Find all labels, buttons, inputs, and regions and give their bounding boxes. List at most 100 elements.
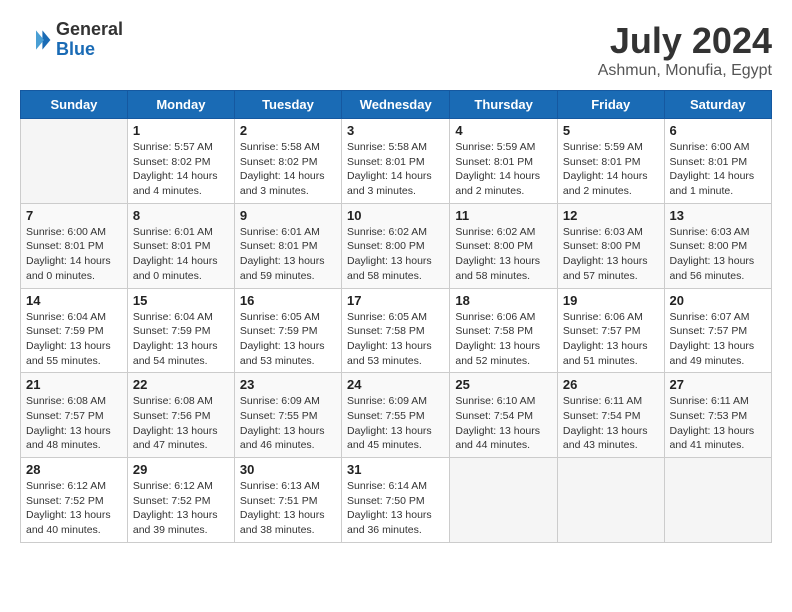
calendar-cell: 1 Sunrise: 5:57 AMSunset: 8:02 PMDaylight… xyxy=(127,119,234,204)
weekday-header-row: SundayMondayTuesdayWednesdayThursdayFrid… xyxy=(21,91,772,119)
weekday-header-monday: Monday xyxy=(127,91,234,119)
week-row-5: 28 Sunrise: 6:12 AMSunset: 7:52 PMDayligh… xyxy=(21,458,772,543)
weekday-header-friday: Friday xyxy=(557,91,664,119)
calendar-cell: 5 Sunrise: 5:59 AMSunset: 8:01 PMDaylight… xyxy=(557,119,664,204)
calendar-cell: 19 Sunrise: 6:06 AMSunset: 7:57 PMDayligh… xyxy=(557,288,664,373)
calendar-cell: 13 Sunrise: 6:03 AMSunset: 8:00 PMDayligh… xyxy=(664,203,771,288)
calendar-cell: 4Sunrise: 5:59 AMSunset: 8:01 PMDaylight… xyxy=(450,119,558,204)
calendar-cell: 27 Sunrise: 6:11 AMSunset: 7:53 PMDayligh… xyxy=(664,373,771,458)
day-number: 15 xyxy=(133,293,229,308)
day-number: 18 xyxy=(455,293,552,308)
day-number: 21 xyxy=(26,377,122,392)
calendar-cell xyxy=(21,119,128,204)
day-info: Sunrise: 5:59 AMSunset: 8:01 PMDaylight:… xyxy=(563,140,659,199)
day-number: 22 xyxy=(133,377,229,392)
calendar-cell: 28 Sunrise: 6:12 AMSunset: 7:52 PMDayligh… xyxy=(21,458,128,543)
day-info: Sunrise: 5:58 AMSunset: 8:02 PMDaylight:… xyxy=(240,140,336,199)
calendar-cell: 17 Sunrise: 6:05 AMSunset: 7:58 PMDayligh… xyxy=(342,288,450,373)
day-info: Sunrise: 6:14 AMSunset: 7:50 PMDaylight:… xyxy=(347,479,444,538)
calendar-cell xyxy=(664,458,771,543)
day-number: 5 xyxy=(563,123,659,138)
calendar-cell: 24 Sunrise: 6:09 AMSunset: 7:55 PMDayligh… xyxy=(342,373,450,458)
day-info: Sunrise: 6:09 AMSunset: 7:55 PMDaylight:… xyxy=(240,394,336,453)
day-number: 26 xyxy=(563,377,659,392)
calendar-cell: 12Sunrise: 6:03 AMSunset: 8:00 PMDayligh… xyxy=(557,203,664,288)
calendar-cell: 9Sunrise: 6:01 AMSunset: 8:01 PMDaylight… xyxy=(234,203,341,288)
calendar-cell: 20 Sunrise: 6:07 AMSunset: 7:57 PMDayligh… xyxy=(664,288,771,373)
day-info: Sunrise: 6:02 AMSunset: 8:00 PMDaylight:… xyxy=(347,225,444,284)
weekday-header-wednesday: Wednesday xyxy=(342,91,450,119)
week-row-4: 21 Sunrise: 6:08 AMSunset: 7:57 PMDayligh… xyxy=(21,373,772,458)
calendar-cell: 22 Sunrise: 6:08 AMSunset: 7:56 PMDayligh… xyxy=(127,373,234,458)
day-info: Sunrise: 5:57 AMSunset: 8:02 PMDaylight:… xyxy=(133,140,229,199)
calendar-cell: 21 Sunrise: 6:08 AMSunset: 7:57 PMDayligh… xyxy=(21,373,128,458)
calendar-cell: 14Sunrise: 6:04 AMSunset: 7:59 PMDayligh… xyxy=(21,288,128,373)
day-number: 23 xyxy=(240,377,336,392)
calendar-cell: 29 Sunrise: 6:12 AMSunset: 7:52 PMDayligh… xyxy=(127,458,234,543)
day-number: 27 xyxy=(670,377,766,392)
calendar-cell: 31 Sunrise: 6:14 AMSunset: 7:50 PMDayligh… xyxy=(342,458,450,543)
day-info: Sunrise: 6:00 AMSunset: 8:01 PMDaylight:… xyxy=(670,140,766,199)
day-info: Sunrise: 6:07 AMSunset: 7:57 PMDaylight:… xyxy=(670,310,766,369)
day-number: 19 xyxy=(563,293,659,308)
day-number: 28 xyxy=(26,462,122,477)
calendar-cell: 25 Sunrise: 6:10 AMSunset: 7:54 PMDayligh… xyxy=(450,373,558,458)
day-number: 4 xyxy=(455,123,552,138)
title-block: July 2024 Ashmun, Monufia, Egypt xyxy=(598,20,772,80)
calendar-cell: 18Sunrise: 6:06 AMSunset: 7:58 PMDayligh… xyxy=(450,288,558,373)
day-info: Sunrise: 6:10 AMSunset: 7:54 PMDaylight:… xyxy=(455,394,552,453)
calendar-cell: 16Sunrise: 6:05 AMSunset: 7:59 PMDayligh… xyxy=(234,288,341,373)
day-number: 1 xyxy=(133,123,229,138)
day-number: 29 xyxy=(133,462,229,477)
day-info: Sunrise: 6:13 AMSunset: 7:51 PMDaylight:… xyxy=(240,479,336,538)
calendar-cell xyxy=(450,458,558,543)
page-header: General Blue July 2024 Ashmun, Monufia, … xyxy=(20,20,772,80)
day-number: 13 xyxy=(670,208,766,223)
day-number: 3 xyxy=(347,123,444,138)
day-number: 2 xyxy=(240,123,336,138)
calendar-cell: 26 Sunrise: 6:11 AMSunset: 7:54 PMDayligh… xyxy=(557,373,664,458)
calendar-cell: 2 Sunrise: 5:58 AMSunset: 8:02 PMDaylight… xyxy=(234,119,341,204)
day-info: Sunrise: 6:11 AMSunset: 7:54 PMDaylight:… xyxy=(563,394,659,453)
day-info: Sunrise: 6:01 AMSunset: 8:01 PMDaylight:… xyxy=(133,225,229,284)
day-number: 31 xyxy=(347,462,444,477)
weekday-header-saturday: Saturday xyxy=(664,91,771,119)
day-info: Sunrise: 6:09 AMSunset: 7:55 PMDaylight:… xyxy=(347,394,444,453)
day-info: Sunrise: 6:06 AMSunset: 7:57 PMDaylight:… xyxy=(563,310,659,369)
week-row-3: 14 Sunrise: 6:04 AMSunset: 7:59 PMDayligh… xyxy=(21,288,772,373)
weekday-header-tuesday: Tuesday xyxy=(234,91,341,119)
calendar-cell: 6 Sunrise: 6:00 AMSunset: 8:01 PMDaylight… xyxy=(664,119,771,204)
logo-icon xyxy=(20,24,52,56)
calendar-cell: 11Sunrise: 6:02 AMSunset: 8:00 PMDayligh… xyxy=(450,203,558,288)
day-info: Sunrise: 6:08 AMSunset: 7:56 PMDaylight:… xyxy=(133,394,229,453)
day-number: 14 xyxy=(26,293,122,308)
day-number: 10 xyxy=(347,208,444,223)
day-number: 6 xyxy=(670,123,766,138)
day-info: Sunrise: 6:00 AMSunset: 8:01 PMDaylight:… xyxy=(26,225,122,284)
day-number: 17 xyxy=(347,293,444,308)
location-title: Ashmun, Monufia, Egypt xyxy=(598,62,772,80)
day-info: Sunrise: 6:05 AMSunset: 7:58 PMDaylight:… xyxy=(347,310,444,369)
day-number: 24 xyxy=(347,377,444,392)
calendar-cell: 30Sunrise: 6:13 AMSunset: 7:51 PMDayligh… xyxy=(234,458,341,543)
logo-text: General Blue xyxy=(56,20,123,60)
calendar-table: SundayMondayTuesdayWednesdayThursdayFrid… xyxy=(20,90,772,543)
day-number: 20 xyxy=(670,293,766,308)
day-info: Sunrise: 6:11 AMSunset: 7:53 PMDaylight:… xyxy=(670,394,766,453)
day-info: Sunrise: 6:02 AMSunset: 8:00 PMDaylight:… xyxy=(455,225,552,284)
day-info: Sunrise: 6:12 AMSunset: 7:52 PMDaylight:… xyxy=(26,479,122,538)
calendar-cell: 10 Sunrise: 6:02 AMSunset: 8:00 PMDayligh… xyxy=(342,203,450,288)
day-number: 9 xyxy=(240,208,336,223)
day-info: Sunrise: 6:12 AMSunset: 7:52 PMDaylight:… xyxy=(133,479,229,538)
calendar-cell: 15 Sunrise: 6:04 AMSunset: 7:59 PMDayligh… xyxy=(127,288,234,373)
calendar-cell xyxy=(557,458,664,543)
day-info: Sunrise: 6:03 AMSunset: 8:00 PMDaylight:… xyxy=(670,225,766,284)
calendar-cell: 23 Sunrise: 6:09 AMSunset: 7:55 PMDayligh… xyxy=(234,373,341,458)
day-number: 25 xyxy=(455,377,552,392)
day-info: Sunrise: 6:08 AMSunset: 7:57 PMDaylight:… xyxy=(26,394,122,453)
day-info: Sunrise: 6:04 AMSunset: 7:59 PMDaylight:… xyxy=(133,310,229,369)
day-number: 8 xyxy=(133,208,229,223)
day-number: 12 xyxy=(563,208,659,223)
month-title: July 2024 xyxy=(598,20,772,62)
weekday-header-sunday: Sunday xyxy=(21,91,128,119)
